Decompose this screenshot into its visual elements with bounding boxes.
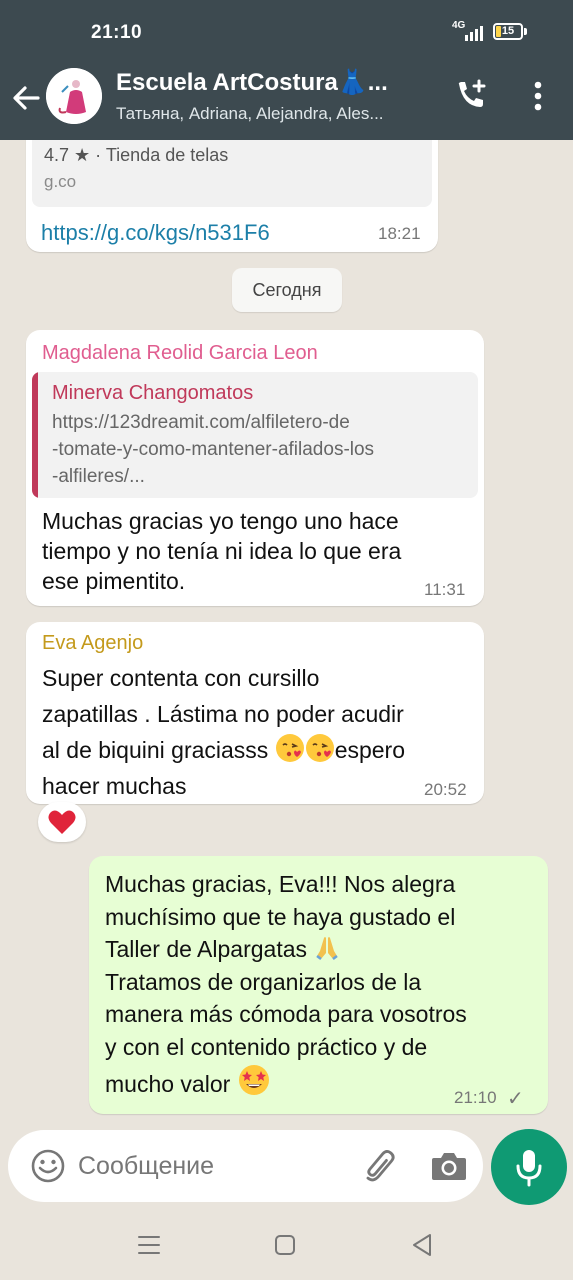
star-struck-emoji-icon <box>238 1065 269 1095</box>
group-avatar[interactable] <box>46 68 102 124</box>
link-message-bubble[interactable]: 4.7 ★ · Tienda de telas g.co https://g.c… <box>26 140 438 252</box>
chat-area[interactable]: 4.7 ★ · Tienda de telas g.co https://g.c… <box>0 140 573 1130</box>
quote-accent-bar <box>32 372 38 498</box>
battery-icon: 15 <box>493 23 523 40</box>
sender-name[interactable]: Magdalena Reolid Garcia Leon <box>42 342 318 365</box>
kiss-emoji-icon <box>275 734 304 762</box>
praying-hands-emoji-icon <box>316 937 339 960</box>
message-bubble-magdalena[interactable]: Magdalena Reolid Garcia Leon Minerva Cha… <box>26 330 484 606</box>
quote-author: Minerva Changomatos <box>52 382 254 404</box>
date-divider: Сегодня <box>232 268 342 312</box>
message-time: 21:10 <box>454 1088 497 1107</box>
nav-back-icon[interactable] <box>410 1232 434 1258</box>
back-arrow-icon[interactable] <box>10 82 42 114</box>
mic-icon <box>516 1150 542 1187</box>
message-status-icon: ✓ <box>507 1088 524 1110</box>
link-preview-card[interactable]: 4.7 ★ · Tienda de telas g.co <box>32 140 432 207</box>
message-input[interactable]: Сообщение <box>78 1152 214 1181</box>
message-text: Super contenta con cursillo zapatillas .… <box>42 665 406 799</box>
message-time: 18:21 <box>378 224 421 243</box>
chat-title[interactable]: Escuela ArtCostura👗... <box>116 68 426 97</box>
message-time: 20:52 <box>424 780 467 799</box>
chat-members[interactable]: Татьяна, Adriana, Alejandra, Ales... <box>116 104 436 124</box>
message-text: Muchas gracias yo tengo uno hace tiempo … <box>42 508 402 594</box>
home-icon[interactable] <box>274 1234 296 1256</box>
attach-icon[interactable] <box>360 1147 400 1187</box>
voice-record-button[interactable] <box>491 1129 567 1205</box>
signal-icon <box>463 25 485 41</box>
add-call-icon[interactable] <box>453 78 489 114</box>
quote-text: https://123dreamit.com/alfiletero-de -to… <box>52 412 375 487</box>
message-text: Muchas gracias, Eva!!! Nos alegra muchís… <box>105 871 467 1097</box>
more-vert-icon[interactable] <box>527 80 549 112</box>
heart-icon <box>48 810 76 834</box>
message-bubble-outgoing[interactable]: Muchas gracias, Eva!!! Nos alegra muchís… <box>89 856 548 1114</box>
sender-name[interactable]: Eva Agenjo <box>42 632 143 655</box>
link-domain: g.co <box>44 172 77 191</box>
message-composer[interactable]: Сообщение <box>8 1130 483 1202</box>
quoted-message[interactable]: Minerva Changomatos https://123dreamit.c… <box>32 372 478 498</box>
reaction-badge[interactable] <box>38 802 86 842</box>
status-time: 21:10 <box>91 22 143 43</box>
status-bar: 21:10 4G 15 <box>0 0 573 62</box>
message-time: 11:31 <box>424 580 466 599</box>
kiss-emoji-icon <box>305 734 334 762</box>
chat-header: Escuela ArtCostura👗... Татьяна, Adriana,… <box>0 62 573 140</box>
camera-icon[interactable] <box>430 1148 468 1184</box>
recent-apps-icon[interactable] <box>136 1234 162 1256</box>
system-nav-bar <box>0 1210 573 1280</box>
emoji-icon[interactable] <box>30 1148 66 1184</box>
message-bubble-eva[interactable]: Eva Agenjo Super contenta con cursillo z… <box>26 622 484 804</box>
link-url[interactable]: https://g.co/kgs/n531F6 <box>41 220 270 246</box>
battery-level: 15 <box>501 25 515 37</box>
link-rating: 4.7 ★ · Tienda de telas <box>44 145 229 165</box>
